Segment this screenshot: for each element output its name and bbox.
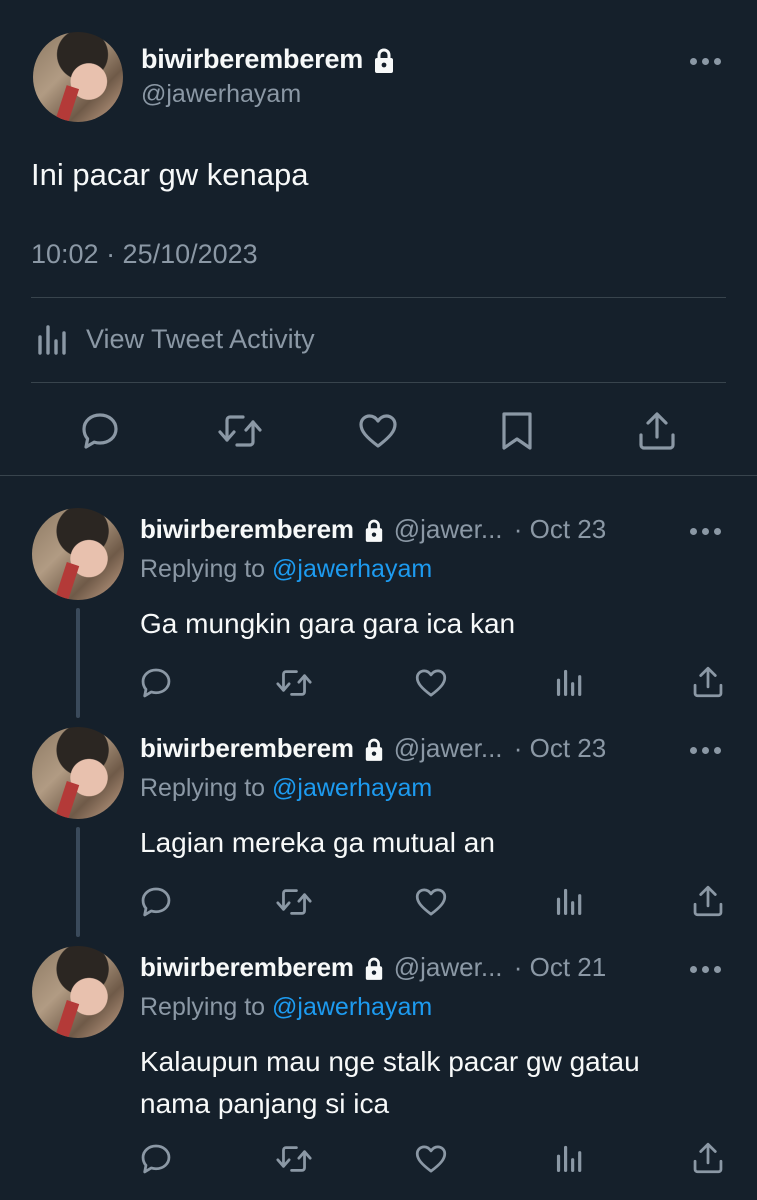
retweet-icon[interactable] xyxy=(275,1142,313,1176)
reply-tweet[interactable]: biwirberemberem @jawer... · Oct 23 Replyi… xyxy=(0,508,757,718)
tweet-text: Ini pacar gw kenapa xyxy=(31,157,309,192)
reply-tweet[interactable]: biwirberemberem @jawer... · Oct 21 Replyi… xyxy=(0,946,757,1200)
retweet-icon[interactable] xyxy=(217,410,263,452)
analytics-icon[interactable] xyxy=(555,666,585,698)
reply-header: biwirberemberem @jawer... · Oct 21 xyxy=(140,952,606,983)
replying-to: Replying to @jawerhayam xyxy=(140,993,432,1022)
replying-to: Replying to @jawerhayam xyxy=(140,774,432,803)
lock-icon xyxy=(373,48,395,74)
replying-to-link[interactable]: @jawerhayam xyxy=(272,993,432,1021)
like-icon[interactable] xyxy=(414,885,448,919)
divider xyxy=(31,382,726,383)
more-icon[interactable] xyxy=(690,58,721,65)
replying-prefix: Replying to xyxy=(140,993,266,1021)
display-name[interactable]: biwirberemberem xyxy=(140,514,354,544)
avatar[interactable] xyxy=(32,946,124,1038)
replying-prefix: Replying to xyxy=(140,555,266,583)
main-tweet: biwirberemberem @jawerhayam Ini pacar gw… xyxy=(0,0,757,476)
display-name-text: biwirberemberem xyxy=(141,44,364,74)
handle[interactable]: @jawerhayam xyxy=(141,80,301,109)
retweet-icon[interactable] xyxy=(275,666,313,700)
tweet-date[interactable]: · Oct 21 xyxy=(514,952,606,982)
more-icon[interactable] xyxy=(690,528,721,535)
display-name[interactable]: biwirberemberem xyxy=(140,952,354,982)
handle[interactable]: @jawer... xyxy=(394,733,503,763)
lock-icon xyxy=(364,957,384,981)
analytics-icon xyxy=(36,323,70,355)
reply-header: biwirberemberem @jawer... · Oct 23 xyxy=(140,733,606,764)
tweet-date[interactable]: · Oct 23 xyxy=(514,733,606,763)
divider xyxy=(31,297,726,298)
handle[interactable]: @jawer... xyxy=(394,514,503,544)
reply-text: Kalaupun mau nge stalk pacar gw gatau na… xyxy=(140,1046,640,1119)
retweet-icon[interactable] xyxy=(275,885,313,919)
avatar[interactable] xyxy=(32,508,124,600)
reply-text: Ga mungkin gara gara ica kan xyxy=(140,608,516,639)
display-name[interactable]: biwirberemberem xyxy=(140,733,354,763)
avatar[interactable] xyxy=(33,32,123,122)
more-icon[interactable] xyxy=(690,747,721,754)
thread-line xyxy=(76,608,80,718)
reply-tweet[interactable]: biwirberemberem @jawer... · Oct 23 Replyi… xyxy=(0,727,757,937)
tweet-timestamp[interactable]: 10:02 · 25/10/2023 xyxy=(31,239,258,270)
thread-line xyxy=(76,827,80,937)
share-icon[interactable] xyxy=(691,1141,725,1175)
more-icon[interactable] xyxy=(690,966,721,973)
replying-to: Replying to @jawerhayam xyxy=(140,555,432,584)
analytics-icon[interactable] xyxy=(555,885,585,917)
avatar[interactable] xyxy=(32,727,124,819)
share-icon[interactable] xyxy=(636,410,678,452)
bookmark-icon[interactable] xyxy=(499,410,535,452)
reply-text: Lagian mereka ga mutual an xyxy=(140,827,495,858)
reply-icon[interactable] xyxy=(79,410,121,452)
lock-icon xyxy=(364,519,384,543)
analytics-icon[interactable] xyxy=(555,1142,585,1174)
display-name[interactable]: biwirberemberem xyxy=(141,44,395,75)
handle[interactable]: @jawer... xyxy=(394,952,503,982)
like-icon[interactable] xyxy=(357,410,399,452)
reply-icon[interactable] xyxy=(139,885,173,919)
share-icon[interactable] xyxy=(691,665,725,699)
replying-to-link[interactable]: @jawerhayam xyxy=(272,555,432,583)
share-icon[interactable] xyxy=(691,884,725,918)
like-icon[interactable] xyxy=(414,666,448,700)
activity-label: View Tweet Activity xyxy=(86,323,315,354)
lock-icon xyxy=(364,738,384,762)
tweet-date[interactable]: · Oct 23 xyxy=(514,514,606,544)
view-tweet-activity-link[interactable]: View Tweet Activity xyxy=(36,323,315,355)
like-icon[interactable] xyxy=(414,1142,448,1176)
tweet-detail-page: biwirberemberem @jawerhayam Ini pacar gw… xyxy=(0,0,757,1200)
reply-icon[interactable] xyxy=(139,666,173,700)
replying-prefix: Replying to xyxy=(140,774,266,802)
reply-icon[interactable] xyxy=(139,1142,173,1176)
reply-header: biwirberemberem @jawer... · Oct 23 xyxy=(140,514,606,545)
replying-to-link[interactable]: @jawerhayam xyxy=(272,774,432,802)
